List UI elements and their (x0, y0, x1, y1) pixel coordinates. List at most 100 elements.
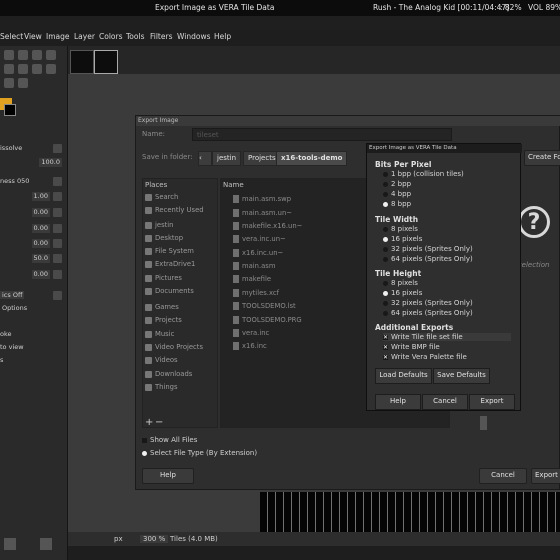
name-column-header[interactable]: Name (223, 181, 244, 189)
cancel-button[interactable]: Cancel (479, 468, 527, 484)
zoom-select[interactable]: 300 % (140, 535, 169, 543)
size-field[interactable]: 1.00 (0, 192, 64, 202)
vera-export-button[interactable]: Export (469, 394, 515, 410)
file-row[interactable]: x16.inc (233, 342, 267, 350)
tile-canvas[interactable] (260, 492, 560, 532)
file-row[interactable]: vera.inc.un~ (233, 235, 286, 243)
file-row[interactable]: x16.inc.un~ (233, 249, 283, 257)
menu-view[interactable]: View (24, 32, 42, 41)
write-palette-checkbox[interactable]: ✕ Write Vera Palette file (383, 353, 467, 361)
tool-icon[interactable] (46, 64, 56, 74)
export-button[interactable]: Export (531, 468, 560, 484)
spacing-field[interactable]: 0.00 (0, 239, 64, 249)
tool-icon[interactable] (18, 78, 28, 88)
vera-cancel-button[interactable]: Cancel (422, 394, 468, 410)
menu-layer[interactable]: Layer (74, 32, 95, 41)
bpp-option[interactable]: 1 bpp (collision tiles) (383, 170, 464, 178)
tool-icon[interactable] (4, 64, 14, 74)
file-row[interactable]: vera.inc (233, 329, 269, 337)
write-bmp-checkbox[interactable]: ✕ Write BMP file (383, 343, 440, 351)
place-item[interactable]: Projects (145, 316, 182, 324)
file-row[interactable]: TOOLSDEMO.PRG (233, 316, 302, 324)
place-item[interactable]: Documents (145, 287, 194, 295)
dynamics-options-label[interactable]: Options (2, 304, 66, 314)
menu-help[interactable]: Help (214, 32, 231, 41)
reset-icon[interactable] (53, 208, 62, 217)
edit-icon[interactable] (53, 291, 62, 300)
place-item[interactable]: File System (145, 247, 194, 255)
height-option[interactable]: 64 pixels (Sprites Only) (383, 309, 473, 317)
remove-bookmark-icon[interactable]: − (155, 417, 163, 428)
file-row[interactable]: main.asm.swp (233, 195, 291, 203)
reset-icon[interactable] (53, 192, 62, 201)
image-thumbnail[interactable] (94, 50, 118, 74)
path-segment[interactable]: Projects (243, 151, 281, 166)
tool-icon[interactable] (18, 64, 28, 74)
bpp-option[interactable]: 2 bpp (383, 180, 411, 188)
write-tile-set-checkbox[interactable]: ✕ Write Tile file set file (383, 333, 511, 341)
reset-preset-icon[interactable] (40, 538, 52, 550)
file-row[interactable]: main.asm.un~ (233, 209, 292, 217)
tool-icon[interactable] (4, 50, 14, 60)
bpp-option-selected[interactable]: 8 bpp (383, 200, 411, 208)
unit-select[interactable]: px (114, 535, 123, 543)
tool-icon[interactable] (4, 78, 14, 88)
angle-field[interactable]: 0.00 (0, 224, 64, 234)
place-item[interactable]: Videos (145, 356, 178, 364)
path-segment[interactable]: jestin (212, 151, 242, 166)
reset-icon[interactable] (53, 270, 62, 279)
tool-icon[interactable] (32, 64, 42, 74)
menu-tools[interactable]: Tools (126, 32, 144, 41)
file-row[interactable]: mytiles.xcf (233, 289, 279, 297)
path-back-button[interactable]: ‹ (198, 151, 212, 166)
save-preset-icon[interactable] (4, 538, 16, 550)
scrollbar-thumb[interactable] (480, 416, 487, 430)
image-thumbnail[interactable] (70, 50, 94, 74)
file-row[interactable]: makefile (233, 275, 271, 283)
place-item[interactable]: Games (145, 303, 179, 311)
menu-windows[interactable]: Windows (177, 32, 210, 41)
place-item[interactable]: Things (145, 383, 178, 391)
tool-icon[interactable] (18, 50, 28, 60)
menu-select[interactable]: Select (0, 32, 23, 41)
height-option[interactable]: 8 pixels (383, 279, 418, 287)
save-defaults-button[interactable]: Save Defaults (433, 368, 490, 384)
tool-icon[interactable] (32, 50, 42, 60)
place-item[interactable]: Pictures (145, 274, 182, 282)
width-option-selected[interactable]: 16 pixels (383, 235, 422, 243)
file-row[interactable]: TOOLSDEMO.lst (233, 302, 296, 310)
file-row[interactable]: main.asm (233, 262, 275, 270)
menu-colors[interactable]: Colors (99, 32, 123, 41)
place-item[interactable]: jestin (145, 221, 173, 229)
menu-image[interactable]: Image (46, 32, 70, 41)
edit-icon[interactable] (53, 177, 62, 186)
height-option[interactable]: 32 pixels (Sprites Only) (383, 299, 473, 307)
place-item[interactable]: Music (145, 330, 174, 338)
select-file-type-expander[interactable]: Select File Type (By Extension) (142, 449, 257, 457)
place-item[interactable]: Desktop (145, 234, 183, 242)
bpp-option[interactable]: 4 bpp (383, 190, 411, 198)
aspect-field[interactable]: 0.00 (0, 208, 64, 218)
create-folder-button[interactable]: Create Fol (524, 150, 560, 166)
hardness-field[interactable]: 50.0 (0, 254, 64, 264)
place-item[interactable]: Downloads (145, 370, 192, 378)
show-all-files-checkbox[interactable]: Show All Files (142, 436, 197, 444)
width-option[interactable]: 8 pixels (383, 225, 418, 233)
file-row[interactable]: makefile.x16.un~ (233, 222, 302, 230)
place-item[interactable]: Video Projects (145, 343, 203, 351)
brush-select[interactable]: ness 050 (0, 177, 64, 187)
height-option-selected[interactable]: 16 pixels (383, 289, 422, 297)
add-bookmark-icon[interactable]: + (145, 417, 153, 428)
background-color-swatch[interactable] (4, 104, 16, 116)
place-item[interactable]: ExtraDrive1 (145, 260, 195, 268)
reset-icon[interactable] (53, 224, 62, 233)
width-option[interactable]: 32 pixels (Sprites Only) (383, 245, 473, 253)
force-field[interactable]: 0.00 (0, 270, 64, 280)
mode-select[interactable]: issolve (0, 144, 64, 154)
tool-icon[interactable] (46, 50, 56, 60)
reset-icon[interactable] (53, 239, 62, 248)
menu-filters[interactable]: Filters (150, 32, 172, 41)
load-defaults-button[interactable]: Load Defaults (375, 368, 432, 384)
opacity-field[interactable]: 100.0 (0, 158, 64, 168)
place-item[interactable]: Recently Used (145, 206, 204, 214)
